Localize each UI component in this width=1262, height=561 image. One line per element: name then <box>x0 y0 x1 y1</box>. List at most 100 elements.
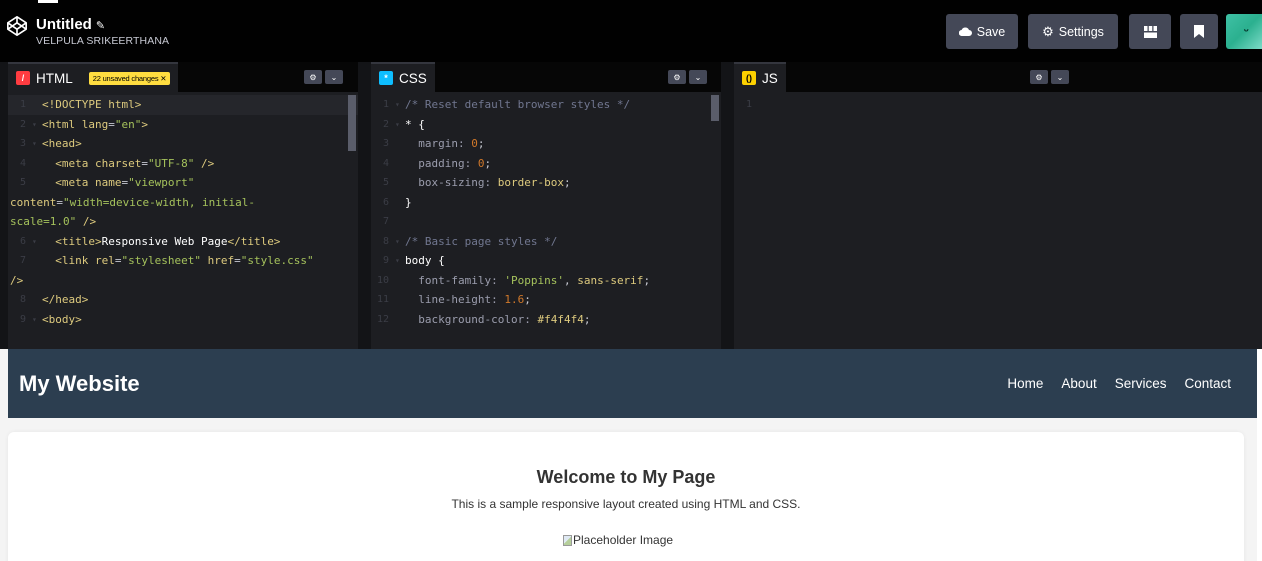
code-line[interactable]: 12 background-color: #f4f4f4; <box>371 310 721 330</box>
js-tab[interactable]: () JS <box>734 62 786 92</box>
code-line[interactable]: 6 ▾ <title>Responsive Web Page</title> <box>8 232 358 252</box>
fold-gutter <box>395 154 405 174</box>
code-line[interactable]: 1 <!DOCTYPE html> <box>8 95 358 115</box>
fold-arrow-icon[interactable]: ▾ <box>32 115 42 135</box>
site-title: My Website <box>19 371 140 396</box>
html-scrollbar[interactable] <box>348 95 356 151</box>
save-button[interactable]: Save <box>946 14 1018 49</box>
code-line[interactable]: 4 <meta charset="UTF-8" /> <box>8 154 358 174</box>
settings-button[interactable]: ⚙ Settings <box>1028 14 1118 49</box>
nav-link-home[interactable]: Home <box>1007 376 1043 391</box>
fold-arrow-icon[interactable]: ▾ <box>395 251 405 271</box>
code-text: <title>Responsive Web Page</title> <box>42 232 280 252</box>
code-token: margin: <box>418 137 472 150</box>
code-token: font-family: <box>418 273 505 287</box>
change-view-button[interactable] <box>1129 14 1171 49</box>
nav-link-about[interactable]: About <box>1061 376 1096 391</box>
chevron-down-icon[interactable]: ⌄ <box>325 70 343 84</box>
code-line[interactable]: 7 <box>371 212 721 232</box>
unsaved-changes-badge[interactable]: 22 unsaved changes ✕ <box>88 71 171 85</box>
code-token: <body> <box>42 312 82 326</box>
fold-arrow-icon[interactable]: ▾ <box>32 134 42 154</box>
fold-gutter <box>395 134 405 154</box>
fold-gutter <box>32 290 42 310</box>
css-tab[interactable]: * CSS <box>371 62 435 92</box>
code-line[interactable]: 5 box-sizing: border-box; <box>371 173 721 193</box>
fold-arrow-icon[interactable]: ▾ <box>395 232 405 252</box>
line-number: 2 <box>382 118 389 130</box>
welcome-heading: Welcome to My Page <box>536 467 716 487</box>
js-code[interactable]: 1 <box>734 95 1262 349</box>
nav-link-services[interactable]: Services <box>1115 376 1167 391</box>
fold-gutter <box>32 173 42 193</box>
codepen-logo-icon[interactable] <box>6 15 28 37</box>
fold-arrow-icon[interactable]: ▾ <box>32 310 42 330</box>
fold-arrow-icon[interactable]: ▾ <box>395 95 405 115</box>
code-line[interactable]: 4 padding: 0; <box>371 154 721 174</box>
code-token: "style.css" <box>240 254 314 267</box>
code-token: /> <box>194 156 215 170</box>
code-line[interactable]: 8 </head> <box>8 290 358 310</box>
code-line[interactable]: 3 margin: 0; <box>371 134 721 154</box>
code-text: content="width=device-width, initial- <box>10 193 255 213</box>
code-line[interactable]: 10 font-family: 'Poppins', sans-serif; <box>371 271 721 291</box>
code-line[interactable]: 2 ▾ * { <box>371 115 721 135</box>
line-number: 5 <box>19 177 26 188</box>
fold-gutter <box>32 251 42 271</box>
chevron-down-icon[interactable]: ⌄ <box>1051 70 1069 84</box>
fold-arrow-icon[interactable]: ▾ <box>395 115 405 135</box>
code-token: > <box>141 117 148 131</box>
code-line[interactable]: 9 ▾ <body> <box>8 310 358 330</box>
code-token: = <box>114 254 122 267</box>
user-avatar[interactable]: ᵕ <box>1226 14 1262 49</box>
html-icon: / <box>16 71 30 85</box>
author-name[interactable]: VELPULA SRIKEERTHANA <box>36 35 169 47</box>
code-line[interactable]: 7 <link rel="stylesheet" href="style.css… <box>8 251 358 271</box>
code-token: sans-serif <box>577 273 644 287</box>
code-token: <title> <box>55 234 102 248</box>
code-line[interactable]: 11 line-height: 1.6; <box>371 290 721 310</box>
gear-icon[interactable]: ⚙ <box>304 70 322 84</box>
code-token: <meta <box>55 156 95 170</box>
code-text: </head> <box>42 290 88 310</box>
code-line[interactable]: 1 ▾/* Reset default browser styles */ <box>371 95 721 115</box>
gear-icon[interactable]: ⚙ <box>1030 70 1048 84</box>
gear-icon[interactable]: ⚙ <box>668 70 686 84</box>
line-number: 6 <box>19 235 26 247</box>
css-code[interactable]: 1 ▾/* Reset default browser styles */2 ▾ * … <box>371 95 721 349</box>
pencil-icon[interactable]: ✎ <box>96 19 105 32</box>
code-line[interactable]: 1 <box>734 95 1262 115</box>
fold-arrow-icon[interactable]: ▾ <box>32 232 42 252</box>
fold-gutter <box>395 271 405 291</box>
code-line[interactable]: 2 ▾ <html lang="en"> <box>8 115 358 135</box>
css-scrollbar[interactable] <box>711 95 719 121</box>
preview-scrollbar[interactable] <box>1257 349 1262 561</box>
code-line[interactable]: 5 <meta name="viewport" <box>8 173 358 193</box>
nav-link-contact[interactable]: Contact <box>1184 376 1231 391</box>
code-token: ; <box>484 156 492 170</box>
chevron-down-icon[interactable]: ⌄ <box>689 70 707 84</box>
css-tab-label: CSS <box>399 70 427 86</box>
code-text: <!DOCTYPE html> <box>42 95 141 115</box>
code-line[interactable]: 6} <box>371 193 721 213</box>
html-code[interactable]: 1 <!DOCTYPE html> 2 ▾ <html lang="en"> 3 ▾ <hea… <box>8 95 358 349</box>
code-line[interactable]: content="width=device-width, initial- <box>8 193 358 213</box>
code-token: 'Poppins' <box>504 273 564 287</box>
code-token: /> <box>76 215 97 228</box>
code-line[interactable]: 8 ▾/* Basic page styles */ <box>371 232 721 252</box>
bookmark-button[interactable] <box>1180 14 1218 49</box>
header-accent <box>38 0 58 3</box>
code-token: "viewport" <box>128 176 195 189</box>
code-line[interactable]: /> <box>8 271 358 291</box>
code-line[interactable]: 3 ▾ <head> <box>8 134 358 154</box>
code-token: padding: <box>418 156 478 170</box>
code-line[interactable]: 9 ▾ body { <box>371 251 721 271</box>
code-token: <head> <box>42 137 82 150</box>
code-line[interactable]: scale=1.0" /> <box>8 212 358 232</box>
project-title[interactable]: Untitled <box>36 16 92 33</box>
code-text: <body> <box>42 310 82 330</box>
project-title-area: Untitled ✎ VELPULA SRIKEERTHANA <box>36 14 169 47</box>
html-tab[interactable]: / HTML 22 unsaved changes ✕ <box>8 62 179 92</box>
